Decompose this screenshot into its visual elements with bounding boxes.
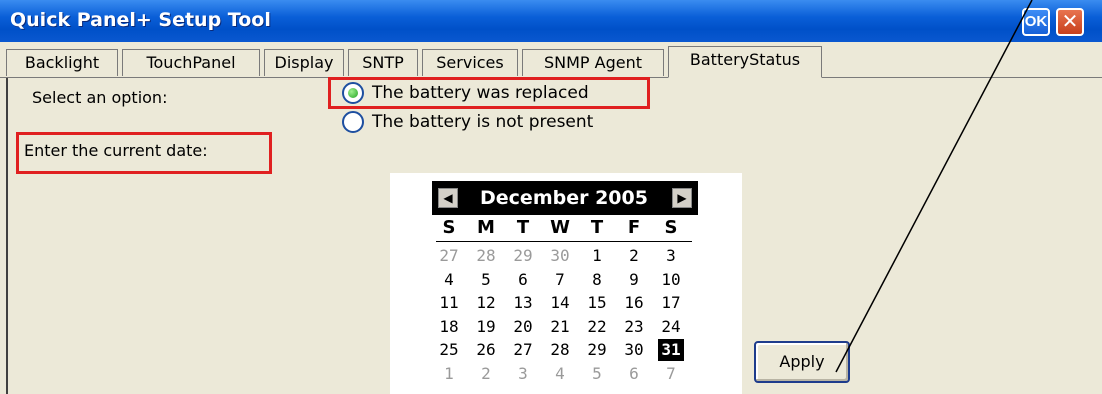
- day-header: T: [590, 217, 604, 238]
- radio-battery-not-present-label: The battery is not present: [372, 112, 594, 132]
- calendar-day[interactable]: 22: [584, 316, 610, 338]
- calendar-day[interactable]: 21: [547, 316, 573, 338]
- calendar-day[interactable]: 10: [658, 269, 684, 291]
- calendar-day[interactable]: 18: [436, 316, 462, 338]
- calendar-day[interactable]: 8: [584, 269, 610, 291]
- calendar-day[interactable]: 11: [436, 292, 462, 314]
- calendar-day[interactable]: 28: [547, 339, 573, 361]
- calendar-day[interactable]: 1: [436, 363, 462, 385]
- tab-snmp-agent[interactable]: SNMP Agent: [522, 49, 664, 76]
- calendar-day[interactable]: 7: [547, 269, 573, 291]
- prev-month-icon[interactable]: ◀: [438, 188, 458, 208]
- calendar-day[interactable]: 7: [658, 363, 684, 385]
- ok-button[interactable]: OK: [1022, 8, 1050, 36]
- calendar-day[interactable]: 6: [621, 363, 647, 385]
- calendar-day[interactable]: 4: [547, 363, 573, 385]
- highlight-box-option: [328, 77, 650, 109]
- calendar-day[interactable]: 30: [547, 245, 573, 267]
- calendar-day[interactable]: 29: [510, 245, 536, 267]
- tab-touchpanel[interactable]: TouchPanel: [122, 49, 260, 76]
- calendar-day[interactable]: 9: [621, 269, 647, 291]
- calendar-day[interactable]: 27: [510, 339, 536, 361]
- tab-batterystatus[interactable]: BatteryStatus: [668, 46, 822, 78]
- day-header: S: [442, 217, 456, 238]
- calendar-day[interactable]: 20: [510, 316, 536, 338]
- calendar-day[interactable]: 4: [436, 269, 462, 291]
- day-header: S: [664, 217, 678, 238]
- calendar-day[interactable]: 13: [510, 292, 536, 314]
- calendar-day[interactable]: 3: [658, 245, 684, 267]
- calendar-day[interactable]: 3: [510, 363, 536, 385]
- calendar-day[interactable]: 5: [584, 363, 610, 385]
- highlight-box-date: [16, 132, 272, 174]
- calendar-day[interactable]: 26: [473, 339, 499, 361]
- day-header: T: [516, 217, 530, 238]
- tab-services[interactable]: Services: [422, 49, 518, 76]
- close-button[interactable]: ✕: [1056, 8, 1084, 36]
- setup-tool-window: Quick Panel+ Setup Tool OK ✕ Backlight T…: [0, 0, 1102, 394]
- tab-display[interactable]: Display: [264, 49, 344, 76]
- calendar-day[interactable]: 12: [473, 292, 499, 314]
- calendar-day[interactable]: 19: [473, 316, 499, 338]
- radio-battery-not-present[interactable]: The battery is not present: [342, 110, 652, 134]
- calendar-day[interactable]: 2: [621, 245, 647, 267]
- radio-unselected-icon[interactable]: [342, 111, 364, 133]
- calendar-day[interactable]: 1: [584, 245, 610, 267]
- calendar-day[interactable]: 16: [621, 292, 647, 314]
- calendar-header: ◀ December 2005 ▶: [432, 181, 698, 215]
- calendar-day[interactable]: 31: [658, 339, 684, 361]
- day-header: M: [477, 217, 495, 238]
- calendar-day[interactable]: 29: [584, 339, 610, 361]
- window-title: Quick Panel+ Setup Tool: [10, 9, 271, 31]
- day-header: F: [627, 217, 641, 238]
- tab-strip: Backlight TouchPanel Display SNTP Servic…: [6, 46, 1096, 78]
- calendar-day[interactable]: 28: [473, 245, 499, 267]
- calendar-month-year[interactable]: December 2005: [462, 181, 666, 215]
- calendar-day[interactable]: 2: [473, 363, 499, 385]
- calendar-day[interactable]: 15: [584, 292, 610, 314]
- calendar-day[interactable]: 30: [621, 339, 647, 361]
- calendar-day[interactable]: 6: [510, 269, 536, 291]
- apply-button[interactable]: Apply: [754, 341, 850, 383]
- select-option-label: Select an option:: [32, 88, 168, 107]
- tab-backlight[interactable]: Backlight: [6, 49, 118, 76]
- calendar-day[interactable]: 23: [621, 316, 647, 338]
- day-headers: S M T W T F S: [432, 217, 698, 241]
- next-month-icon[interactable]: ▶: [672, 188, 692, 208]
- day-header: W: [550, 217, 570, 238]
- calendar-day[interactable]: 14: [547, 292, 573, 314]
- tab-sntp[interactable]: SNTP: [348, 49, 418, 76]
- calendar: ◀ December 2005 ▶ S M T W T F S 27 28 29 30…: [390, 173, 742, 394]
- calendar-day[interactable]: 24: [658, 316, 684, 338]
- calendar-day[interactable]: 27: [436, 245, 462, 267]
- day-header-rule: [436, 241, 692, 242]
- calendar-day[interactable]: 17: [658, 292, 684, 314]
- title-bar: Quick Panel+ Setup Tool OK ✕: [0, 0, 1102, 42]
- calendar-day[interactable]: 5: [473, 269, 499, 291]
- calendar-day[interactable]: 25: [436, 339, 462, 361]
